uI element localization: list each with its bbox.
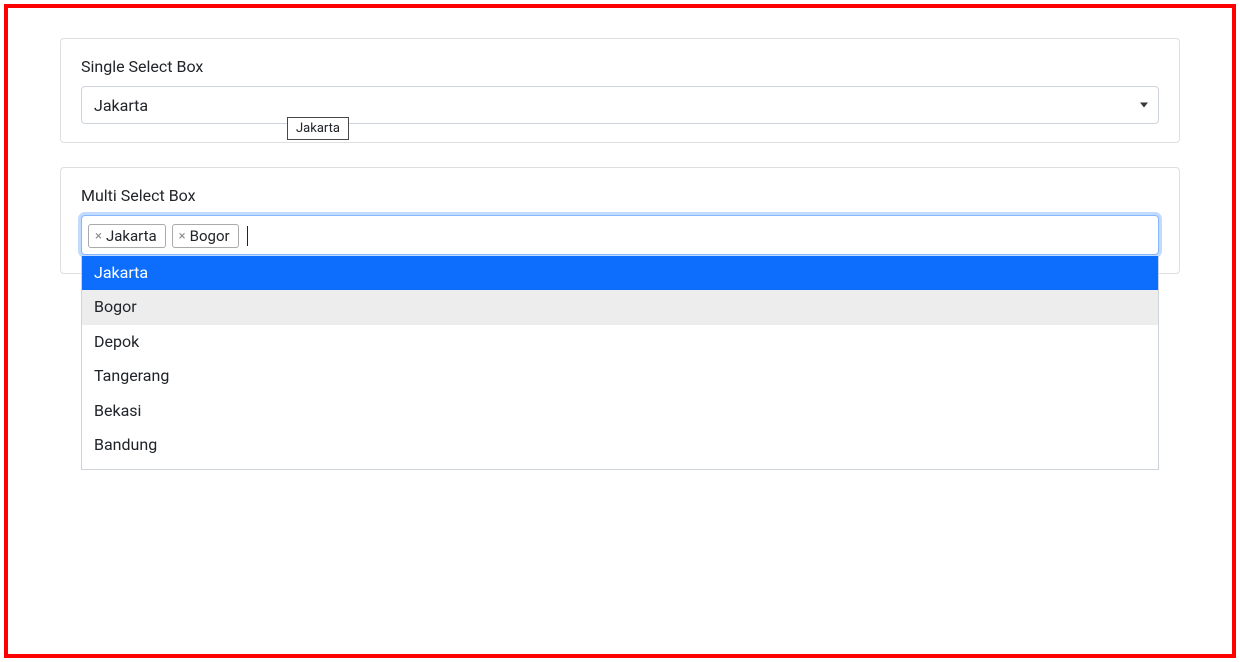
remove-tag-icon[interactable] — [179, 230, 186, 243]
page-frame: Single Select Box Jakarta Jakarta Multi … — [4, 4, 1236, 658]
multi-select-box[interactable]: Jakarta Bogor — [81, 215, 1159, 255]
dropdown-option[interactable]: Jakarta — [82, 256, 1158, 290]
multi-select-card: Multi Select Box Jakarta Bogor Jakarta B… — [60, 167, 1180, 274]
selected-tag[interactable]: Bogor — [172, 224, 239, 248]
single-select-value: Jakarta — [94, 96, 148, 115]
text-cursor — [247, 226, 248, 246]
single-select-label: Single Select Box — [81, 57, 1159, 76]
dropdown-option[interactable]: Depok — [82, 325, 1158, 359]
dropdown-option[interactable]: Bekasi — [82, 394, 1158, 428]
dropdown-option[interactable]: Semarang — [82, 462, 1158, 470]
dropdown-option[interactable]: Tangerang — [82, 359, 1158, 393]
remove-tag-icon[interactable] — [95, 230, 102, 243]
tag-label: Bogor — [190, 227, 230, 245]
single-select-tooltip: Jakarta — [287, 117, 349, 140]
tag-label: Jakarta — [106, 227, 157, 245]
multi-select-dropdown[interactable]: Jakarta Bogor Depok Tangerang Bekasi Ban… — [81, 256, 1159, 470]
single-select-box[interactable]: Jakarta — [81, 86, 1159, 124]
multi-select-label: Multi Select Box — [81, 186, 1159, 205]
dropdown-option[interactable]: Bandung — [82, 428, 1158, 462]
selected-tag[interactable]: Jakarta — [88, 224, 166, 248]
caret-down-icon — [1140, 103, 1148, 108]
single-select-card: Single Select Box Jakarta Jakarta — [60, 38, 1180, 143]
dropdown-option[interactable]: Bogor — [82, 290, 1158, 324]
